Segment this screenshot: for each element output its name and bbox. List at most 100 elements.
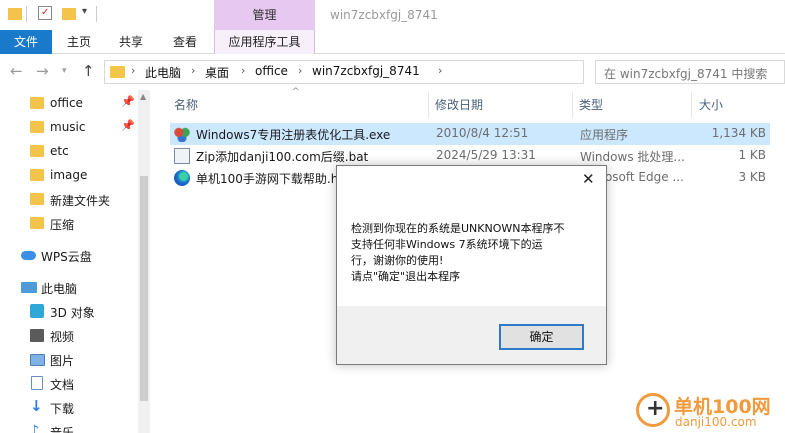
file-type: Windows 批处理... xyxy=(580,150,685,164)
sidebar-item-label: 新建文件夹 xyxy=(50,194,111,208)
sidebar-item-label: 图片 xyxy=(50,354,75,368)
file-size: 3 KB xyxy=(738,170,766,184)
sidebar-item-label: 视频 xyxy=(50,330,75,344)
breadcrumb-this-pc[interactable]: 此电脑 xyxy=(145,64,181,81)
file-size: 1,134 KB xyxy=(711,126,766,140)
tab-file[interactable]: 文件 xyxy=(0,30,52,54)
tab-share[interactable]: 共享 xyxy=(108,30,154,54)
back-icon[interactable]: ← xyxy=(10,62,23,80)
cloud-icon xyxy=(21,251,36,260)
sidebar-item-label: WPS云盘 xyxy=(41,250,92,264)
pin-icon[interactable]: 📌 xyxy=(121,119,135,132)
address-bar[interactable]: › 此电脑 › 桌面 › office › win7zcbxfgj_8741 ›… xyxy=(104,60,681,84)
file-type: 应用程序 xyxy=(580,128,629,142)
breadcrumb-current[interactable]: win7zcbxfgj_8741 xyxy=(312,64,420,78)
file-row[interactable]: Windows7专用注册表优化工具.exe 2010/8/4 12:51 应用程… xyxy=(170,123,770,145)
chevron-right-icon[interactable]: › xyxy=(298,64,302,77)
exe-icon xyxy=(174,126,190,142)
ok-button[interactable]: 确定 xyxy=(499,324,584,350)
customize-toolbar-icon[interactable]: ▾ xyxy=(82,6,87,17)
sidebar-item-office[interactable]: office 📌 xyxy=(0,92,150,116)
dialog-message-line: 检测到你现在的系统是UNKNOWN本程序不 xyxy=(351,222,565,235)
sort-ascending-icon: ^ xyxy=(292,87,300,97)
chevron-right-icon[interactable]: › xyxy=(131,64,135,77)
navigation-bar: ← → ▾ ↑ › 此电脑 › 桌面 › office › win7zcbxfg… xyxy=(0,54,785,90)
scroll-up-icon[interactable]: ▲ xyxy=(140,92,146,101)
sidebar-item-this-pc[interactable]: 此电脑 xyxy=(0,276,150,300)
picture-icon xyxy=(30,354,45,366)
sidebar-item-label: 音乐 xyxy=(50,426,75,433)
sidebar-scrollbar[interactable]: ▲ xyxy=(138,90,150,433)
divider xyxy=(26,6,27,22)
chevron-right-icon[interactable]: › xyxy=(438,64,442,77)
dialog-title-bar: ✕ xyxy=(337,166,606,194)
column-header-type[interactable]: 类型 xyxy=(579,96,603,113)
breadcrumb-desktop[interactable]: 桌面 xyxy=(205,64,229,81)
column-divider[interactable] xyxy=(691,92,692,118)
chevron-right-icon[interactable]: › xyxy=(241,64,245,77)
watermark: 单机100网 danji100.com xyxy=(636,391,785,433)
sidebar-item-videos[interactable]: 视频 xyxy=(0,324,150,348)
file-name: Windows7专用注册表优化工具.exe xyxy=(196,128,391,142)
sidebar-item-downloads[interactable]: ↓ 下载 xyxy=(0,396,150,420)
column-header-date[interactable]: 修改日期 xyxy=(435,96,483,113)
file-row[interactable]: Zip添加danji100.com后缀.bat 2024/5/29 13:31 … xyxy=(170,145,770,167)
document-icon xyxy=(31,376,43,390)
folder-icon xyxy=(30,97,44,109)
properties-icon[interactable]: ✓ xyxy=(38,6,52,20)
folder-icon xyxy=(30,121,44,133)
error-dialog: ✕ 检测到你现在的系统是UNKNOWN本程序不 支持任何非Windows 7系统… xyxy=(336,165,607,365)
context-tab-manage[interactable]: 管理 xyxy=(214,0,315,30)
dialog-body: 检测到你现在的系统是UNKNOWN本程序不 支持任何非Windows 7系统环境… xyxy=(337,194,606,306)
up-icon[interactable]: ↑ xyxy=(82,62,95,80)
new-folder-icon[interactable] xyxy=(62,8,76,20)
sidebar-item-wps-cloud[interactable]: WPS云盘 xyxy=(0,244,150,268)
sidebar-item-music[interactable]: ♪ 音乐 xyxy=(0,420,150,433)
sidebar-item-label: 压缩 xyxy=(50,218,75,232)
sidebar-item-etc[interactable]: etc xyxy=(0,140,150,164)
column-divider[interactable] xyxy=(572,92,573,118)
sidebar-item-label: image xyxy=(50,168,88,182)
sidebar-item-label: 此电脑 xyxy=(41,282,78,296)
file-date: 2010/8/4 12:51 xyxy=(436,126,529,140)
tab-home[interactable]: 主页 xyxy=(56,30,102,54)
sidebar-item-music-folder[interactable]: music 📌 xyxy=(0,116,150,140)
close-icon[interactable]: ✕ xyxy=(582,170,595,188)
bat-icon xyxy=(174,148,190,164)
folder-icon xyxy=(30,169,44,181)
recent-locations-icon[interactable]: ▾ xyxy=(62,66,67,76)
tab-app-tools[interactable]: 应用程序工具 xyxy=(214,30,315,55)
chevron-right-icon[interactable]: › xyxy=(191,64,195,77)
pc-icon xyxy=(21,282,37,293)
forward-icon[interactable]: → xyxy=(36,62,49,80)
watermark-logo-icon xyxy=(636,393,670,427)
sidebar-item-label: etc xyxy=(50,144,69,158)
tab-view[interactable]: 查看 xyxy=(162,30,208,54)
sidebar-item-pictures[interactable]: 图片 xyxy=(0,348,150,372)
edge-icon xyxy=(174,170,190,186)
column-header-name[interactable]: 名称 xyxy=(174,96,198,113)
sidebar-item-documents[interactable]: 文档 xyxy=(0,372,150,396)
file-date: 2024/5/29 13:31 xyxy=(436,148,536,162)
ribbon-tabs: 文件 主页 共享 查看 应用程序工具 xyxy=(0,30,785,55)
column-divider[interactable] xyxy=(428,92,429,118)
music-icon: ♪ xyxy=(30,423,39,433)
breadcrumb-office[interactable]: office xyxy=(255,64,288,78)
sidebar-item-image[interactable]: image xyxy=(0,164,150,188)
sidebar-item-compress[interactable]: 压缩 xyxy=(0,212,150,236)
sidebar-item-3d-objects[interactable]: 3D 对象 xyxy=(0,300,150,324)
sidebar-item-label: office xyxy=(50,96,83,110)
watermark-url: danji100.com xyxy=(675,415,757,429)
dialog-message-line: 行，谢谢你的使用! xyxy=(351,254,444,267)
file-size: 1 KB xyxy=(738,148,766,162)
sidebar-item-new-folder[interactable]: 新建文件夹 xyxy=(0,188,150,212)
file-name: Zip添加danji100.com后缀.bat xyxy=(196,150,369,164)
folder-icon xyxy=(30,145,44,157)
pin-icon[interactable]: 📌 xyxy=(121,95,135,108)
scrollbar-thumb[interactable] xyxy=(140,176,148,401)
divider xyxy=(96,6,97,22)
video-icon xyxy=(30,329,44,342)
download-icon: ↓ xyxy=(30,397,43,415)
column-header-size[interactable]: 大小 xyxy=(699,96,723,113)
search-input[interactable]: 在 win7zcbxfgj_8741 中搜索 xyxy=(595,60,785,84)
